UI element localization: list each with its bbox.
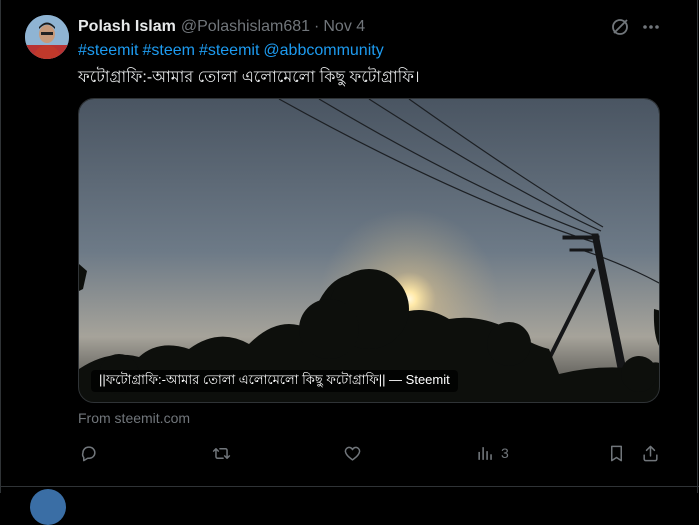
reply-icon — [81, 445, 96, 461]
views-count: 3 — [501, 445, 509, 461]
card-source[interactable]: From steemit.com — [78, 410, 190, 426]
card-image — [79, 99, 659, 402]
reply-button[interactable] — [79, 442, 98, 464]
like-button[interactable] — [343, 442, 362, 464]
share-icon — [643, 445, 658, 461]
avatar[interactable] — [30, 489, 66, 525]
tweet-divider — [0, 486, 699, 487]
tweet-header: Polash Islam @Polashislam681 · Nov 4 — [78, 17, 365, 37]
tweet-date[interactable]: Nov 4 — [323, 18, 365, 36]
timeline-left-border — [0, 0, 1, 493]
bookmark-icon — [610, 445, 623, 461]
separator-dot: · — [314, 18, 320, 35]
retweet-icon — [212, 447, 231, 459]
tweet-text: ফটোগ্রাফি:-আমার তোলা এলোমেলো কিছু ফটোগ্র… — [78, 69, 420, 86]
grok-icon[interactable] — [610, 17, 630, 37]
author-handle[interactable]: @Polashislam681 — [181, 18, 310, 36]
author-name[interactable]: Polash Islam — [78, 18, 176, 36]
timeline-right-border — [697, 0, 698, 493]
more-icon[interactable] — [641, 17, 661, 37]
hashtag-link[interactable]: #steemit — [199, 42, 259, 59]
views-button[interactable]: 3 — [476, 442, 509, 464]
bookmark-button[interactable] — [607, 442, 626, 464]
hashtag-link[interactable]: #steem — [142, 42, 194, 59]
card-caption: ||ফটোগ্রাফি:-আমার তোলা এলোমেলো কিছু ফটোগ… — [91, 370, 458, 392]
views-icon — [478, 446, 492, 460]
heart-icon — [344, 446, 361, 461]
retweet-button[interactable] — [212, 442, 231, 464]
link-card[interactable]: ||ফটোগ্রাফি:-আমার তোলা এলোমেলো কিছু ফটোগ… — [78, 98, 660, 403]
avatar[interactable] — [25, 15, 69, 59]
mention-link[interactable]: @abbcommunity — [263, 42, 383, 59]
share-button[interactable] — [641, 442, 660, 464]
hashtag-line: #steemit #steem #steemit @abbcommunity — [78, 42, 388, 60]
hashtag-link[interactable]: #steemit — [78, 42, 138, 59]
